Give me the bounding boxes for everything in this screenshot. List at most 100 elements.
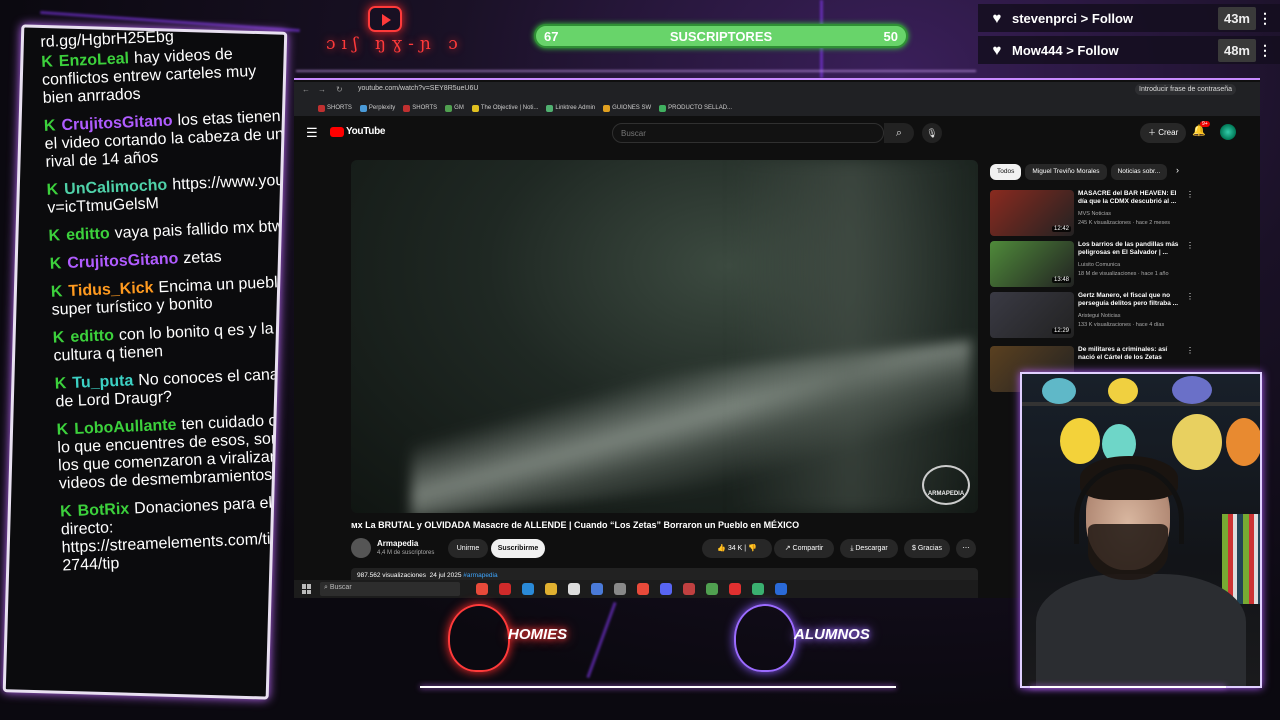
taskbar-search[interactable]: ⌕ Buscar [320, 582, 460, 596]
discord-icon[interactable] [660, 583, 672, 595]
like-button[interactable]: 👍 34 K | 👎 [702, 539, 772, 558]
folder-icon[interactable] [545, 583, 557, 595]
chat-username[interactable]: Tidus_Kick [68, 279, 154, 300]
kick-badge-icon: K [52, 329, 65, 347]
store-icon[interactable] [568, 583, 580, 595]
reload-icon[interactable]: ↻ [336, 85, 346, 95]
more-vert-icon[interactable]: ⋮ [1258, 42, 1272, 59]
chat-username[interactable]: Tu_puta [72, 372, 134, 392]
channel-avatar[interactable] [351, 538, 371, 558]
app-icon[interactable] [591, 583, 603, 595]
more-vert-icon[interactable]: ⋮ [1186, 346, 1194, 355]
chat-text: vaya pais fallido mx btw [114, 217, 284, 242]
edge-icon[interactable] [522, 583, 534, 595]
homies-label: HOMIES [508, 626, 568, 643]
chat-username[interactable]: BotRix [77, 501, 129, 520]
kick-badge-icon: K [59, 503, 73, 521]
pokeball-icon[interactable] [729, 583, 741, 595]
chat-message: K LoboAullante ten cuidado con lo que encu… [56, 412, 287, 494]
address-bar[interactable]: ← → ↻ youtube.com/watch?v=SEY8R5ueU6U In… [294, 82, 1260, 100]
app-icon[interactable] [775, 583, 787, 595]
youtube-logo-text[interactable]: YouTube [346, 126, 386, 137]
follow-text: Mow444 > Follow [1012, 42, 1119, 58]
rec-meta: 18 M de visualizaciones · hace 1 año [1078, 271, 1169, 277]
chat-message: K CrujitosGitano zetas [49, 246, 287, 274]
bookmark-item[interactable]: SHORTS [318, 104, 352, 112]
search-input[interactable]: Buscar [612, 123, 884, 143]
rec-title[interactable]: De militares a criminales: así nació el … [1078, 346, 1184, 362]
share-button[interactable]: ↗ Compartir [774, 539, 834, 558]
filter-chip[interactable]: Noticias sobr... [1110, 164, 1168, 180]
chrome-icon[interactable] [637, 583, 649, 595]
plush-toy [1172, 414, 1222, 470]
chat-username[interactable]: editto [70, 327, 114, 346]
chat-message: K EnzoLeal hay videos de conflictos entrew… [41, 44, 283, 108]
chat-username[interactable]: editto [66, 225, 110, 244]
streamer-body [1036, 574, 1246, 686]
brave-icon[interactable] [476, 583, 488, 595]
bookmark-item[interactable]: PRODUCTO SELLAD... [659, 104, 732, 112]
rec-channel: Aristegui Noticias [1078, 313, 1121, 319]
bookmark-favicon-icon [445, 104, 453, 112]
rec-channel: Luisito Comunica [1078, 262, 1121, 268]
bookmark-favicon-icon [403, 104, 411, 112]
app-icon[interactable] [706, 583, 718, 595]
windows-start-icon[interactable] [302, 584, 312, 594]
filter-chip[interactable]: Miguel Treviño Morales [1025, 164, 1107, 180]
search-icon[interactable]: ⌕ [884, 123, 914, 143]
rec-title[interactable]: Gertz Manero, el fiscal que no perseguía… [1078, 292, 1184, 308]
kick-badge-icon: K [46, 181, 59, 199]
join-button[interactable]: Unirme [448, 539, 488, 558]
chat-username[interactable]: CrujitosGitano [67, 250, 179, 272]
bookmark-item[interactable]: Linktree Admin [546, 104, 595, 112]
rec-title[interactable]: Los barrios de las pandillas más peligro… [1078, 241, 1184, 257]
create-button[interactable]: ＋ Crear [1140, 123, 1187, 143]
bookmark-item[interactable]: GUIONES SW [603, 104, 651, 112]
video-duration: 13:48 [1052, 277, 1072, 283]
thanks-button[interactable]: $ Gracias [904, 539, 950, 558]
plush-toy [1226, 418, 1260, 466]
hamburger-menu-icon[interactable]: ☰ [306, 125, 318, 141]
more-vert-icon[interactable]: ⋮ [1258, 10, 1272, 27]
more-vert-icon[interactable]: ⋮ [1186, 190, 1194, 199]
recommended-video[interactable]: 12:42 MASACRE del BAR HEAVEN: El día que … [990, 190, 1194, 236]
kick-badge-icon: K [50, 283, 63, 301]
bookmark-item[interactable]: Perplexity [359, 104, 395, 112]
rec-title[interactable]: MASACRE del BAR HEAVEN: El día que la CD… [1078, 190, 1184, 206]
app-icon[interactable] [683, 583, 695, 595]
chat-message: Keditto vaya pais fallido mx btw [48, 218, 287, 246]
password-prompt-chip[interactable]: Introducir frase de contraseña [1135, 84, 1236, 95]
back-icon[interactable]: ← [302, 85, 312, 95]
recommended-video[interactable]: 12:29 Gertz Manero, el fiscal que no pers… [990, 292, 1194, 338]
recommended-video[interactable]: 13:48 Los barrios de las pandillas más pe… [990, 241, 1194, 287]
kick-badge-icon: K [49, 255, 62, 273]
app-icon[interactable] [752, 583, 764, 595]
download-button[interactable]: ⤓ Descargar [840, 539, 898, 558]
obs-icon[interactable] [614, 583, 626, 595]
youtube-play-icon[interactable] [330, 127, 344, 137]
chat-username[interactable]: EnzoLeal [59, 50, 130, 70]
more-actions-icon[interactable]: ⋯ [956, 539, 976, 558]
subscribe-button[interactable]: Suscribirme [491, 539, 545, 558]
chat-text: zetas [182, 248, 222, 268]
bookmark-item[interactable]: SHORTS [403, 104, 437, 112]
opera-icon[interactable] [499, 583, 511, 595]
plush-toy [1108, 378, 1138, 404]
bookmark-item[interactable]: GM [445, 104, 464, 112]
chat-message: K CrujitosGitano los etas tienen el video … [44, 108, 286, 172]
bookmark-item[interactable]: The Objective | Noti... [471, 104, 538, 112]
more-vert-icon[interactable]: ⋮ [1186, 292, 1194, 301]
microphone-icon[interactable]: 🎙 [922, 123, 942, 143]
url-text[interactable]: youtube.com/watch?v=SEY8R5ueU6U [358, 85, 478, 92]
video-duration: 12:42 [1052, 226, 1072, 232]
alumnos-crest-icon [734, 604, 796, 672]
chevron-right-icon[interactable]: › [1176, 165, 1179, 175]
more-vert-icon[interactable]: ⋮ [1186, 241, 1194, 250]
filter-chip[interactable]: Todos [990, 164, 1022, 180]
channel-name[interactable]: Armapedia [377, 539, 418, 548]
forward-icon[interactable]: → [318, 85, 328, 95]
video-player[interactable]: ARMAPEDIA [351, 160, 978, 513]
stream-overlay: ɔıʃ ŋɣ-ɲ ɔ 67 SUSCRIPTORES 50 ♥ stevenpr… [0, 0, 1280, 720]
avatar[interactable] [1220, 124, 1236, 140]
kick-badge-icon: K [56, 421, 69, 439]
